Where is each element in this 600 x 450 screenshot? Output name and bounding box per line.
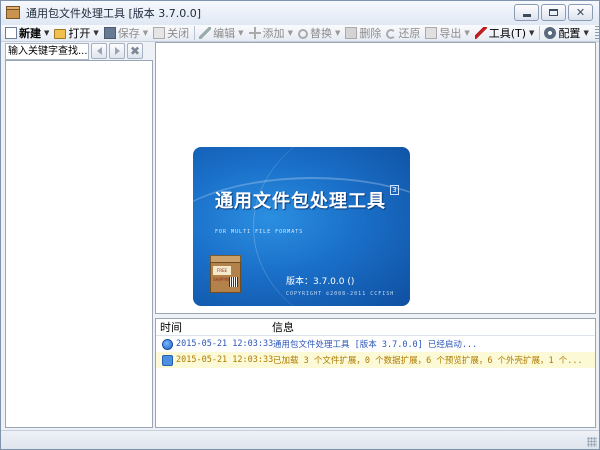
log-time: 2015-05-21 12:03:33	[176, 355, 274, 365]
arrow-left-icon	[96, 47, 102, 55]
gear-icon	[544, 27, 557, 39]
splash-badge: 3	[390, 185, 399, 195]
toolbar-separator	[539, 26, 541, 40]
dropdown-arrow-icon[interactable]: ▼	[583, 29, 588, 37]
dropdown-arrow-icon[interactable]: ▼	[288, 29, 293, 37]
log-time: 2015-05-21 12:03:33	[176, 339, 274, 349]
log-row[interactable]: 2015-05-21 12:03:33 通用包文件处理工具 [版本 3.7.0.…	[156, 336, 595, 352]
open-button[interactable]: 打开 ▼	[52, 25, 101, 41]
left-panel: ✖	[5, 42, 153, 428]
plus-icon	[248, 27, 261, 39]
app-window: 通用包文件处理工具 [版本 3.7.0.0] ✕ 新建 ▼ 打开 ▼ 保存 ▼ …	[0, 0, 600, 450]
search-next-button[interactable]	[109, 43, 125, 59]
new-button[interactable]: 新建 ▼	[3, 25, 52, 41]
package-icon	[5, 5, 21, 21]
restore-icon	[386, 28, 397, 39]
splash-copyright: COPYRIGHT ©2008-2011 CCFISH	[286, 291, 395, 297]
window-title: 通用包文件处理工具 [版本 3.7.0.0]	[26, 7, 202, 20]
toolbar-separator	[194, 26, 196, 40]
minimize-icon	[522, 13, 531, 17]
tools-menu[interactable]: 工具(T) ▼	[473, 25, 538, 41]
config-menu[interactable]: 配置 ▼	[542, 25, 591, 41]
export-icon	[425, 27, 438, 39]
export-button[interactable]: 导出 ▼	[423, 25, 472, 41]
toolbar: 新建 ▼ 打开 ▼ 保存 ▼ 关闭 编辑 ▼ 添加 ▼ 替换 ▼ 删除 还原 导…	[1, 25, 599, 42]
replace-button[interactable]: 替换 ▼	[296, 25, 343, 41]
log-col-time[interactable]: 时间	[156, 319, 270, 335]
maximize-button[interactable]	[541, 4, 566, 21]
close-icon: ✕	[575, 6, 586, 19]
splash-subtitle: FOR MULTI FILE FORMATS	[215, 229, 304, 235]
package-box-icon: FREE SHIPPING	[210, 255, 241, 293]
clear-icon: ✖	[129, 44, 141, 58]
splash-version: 版本：3.7.0.0 ()	[286, 277, 355, 287]
preview-pane: 通用文件包处理工具 3 FOR MULTI FILE FORMATS FREE …	[155, 42, 596, 314]
search-clear-button[interactable]: ✖	[127, 43, 143, 59]
close-file-icon	[153, 27, 166, 39]
box-label: FREE SHIPPING	[213, 266, 232, 282]
search-input[interactable]	[5, 42, 89, 60]
new-file-icon	[5, 27, 17, 39]
message-icon	[162, 354, 173, 366]
dropdown-arrow-icon[interactable]: ▼	[143, 29, 148, 37]
maximize-icon	[549, 9, 558, 16]
dropdown-arrow-icon[interactable]: ▼	[335, 29, 340, 37]
title-bar[interactable]: 通用包文件处理工具 [版本 3.7.0.0] ✕	[1, 1, 599, 25]
folder-icon	[54, 29, 67, 39]
log-row[interactable]: 2015-05-21 12:03:33 已加载 3 个文件扩展，0 个数据扩展，…	[156, 352, 595, 368]
replace-icon	[297, 28, 308, 39]
log-col-message[interactable]: 信息	[270, 319, 294, 335]
dropdown-arrow-icon[interactable]: ▼	[44, 29, 49, 37]
dropdown-arrow-icon[interactable]: ▼	[464, 29, 469, 37]
save-button[interactable]: 保存 ▼	[102, 25, 151, 41]
close-button[interactable]: ✕	[568, 4, 593, 21]
search-prev-button[interactable]	[91, 43, 107, 59]
search-row: ✖	[5, 42, 153, 60]
add-button[interactable]: 添加 ▼	[247, 25, 296, 41]
splash-title: 通用文件包处理工具	[215, 191, 386, 212]
arrow-right-icon	[114, 47, 120, 55]
log-message: 已加载 3 个文件扩展，0 个数据扩展，6 个预览扩展，6 个外壳扩展，1 个.…	[273, 356, 583, 366]
barcode-icon	[229, 277, 238, 287]
minimize-button[interactable]	[514, 4, 539, 21]
info-icon	[162, 338, 173, 350]
close-file-button[interactable]: 关闭	[151, 25, 192, 41]
dropdown-arrow-icon[interactable]: ▼	[529, 29, 534, 37]
delete-button[interactable]: 删除	[343, 25, 384, 41]
pencil-icon	[199, 27, 212, 39]
window-controls: ✕	[514, 4, 593, 21]
splash-image: 通用文件包处理工具 3 FOR MULTI FILE FORMATS FREE …	[193, 147, 410, 306]
file-tree[interactable]	[5, 60, 153, 428]
log-header: 时间 信息	[156, 319, 595, 336]
dropdown-arrow-icon[interactable]: ▼	[238, 29, 243, 37]
restore-button[interactable]: 还原	[384, 25, 423, 41]
toolbar-overflow-handle[interactable]	[594, 26, 599, 40]
tools-icon	[474, 27, 487, 39]
dropdown-arrow-icon[interactable]: ▼	[93, 29, 98, 37]
log-pane: 时间 信息 2015-05-21 12:03:33 通用包文件处理工具 [版本 …	[155, 318, 596, 428]
status-bar	[1, 430, 599, 449]
log-message: 通用包文件处理工具 [版本 3.7.0.0] 已经启动...	[273, 340, 478, 350]
delete-icon	[345, 27, 358, 39]
save-icon	[103, 27, 116, 39]
edit-button[interactable]: 编辑 ▼	[197, 25, 246, 41]
resize-grip-icon[interactable]	[587, 437, 597, 447]
